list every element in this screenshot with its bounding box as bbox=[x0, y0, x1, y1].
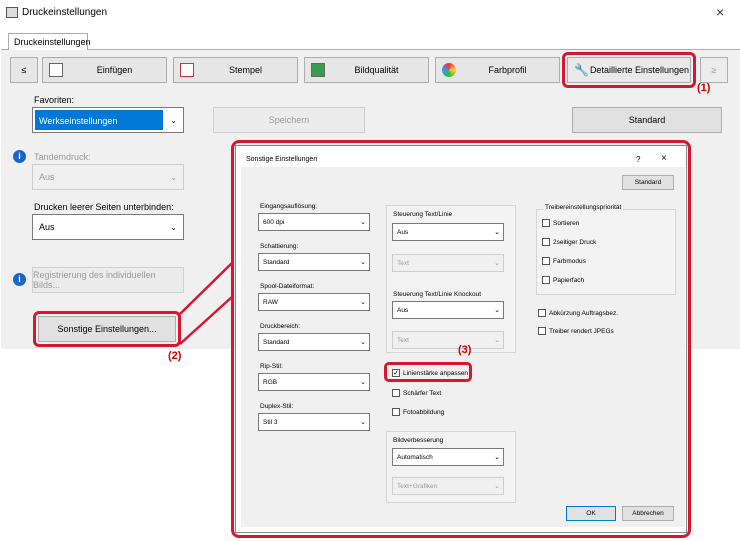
spool-format-select[interactable]: RAW ⌄ bbox=[258, 293, 370, 311]
knockout-sub-select[interactable]: Text ⌄ bbox=[392, 331, 504, 349]
color-mode-checkbox[interactable]: Farbmodus bbox=[542, 257, 586, 265]
dialog-title: Sonstige Einstellungen bbox=[246, 156, 318, 163]
shading-value: Standard bbox=[263, 258, 290, 266]
field-label: Druckbereich: bbox=[260, 323, 301, 330]
chevron-down-icon: ⌄ bbox=[494, 229, 500, 236]
text-line-select[interactable]: Aus ⌄ bbox=[392, 223, 504, 241]
chevron-down-icon: ⌄ bbox=[494, 337, 500, 344]
ok-button[interactable]: OK bbox=[566, 506, 616, 521]
text-line-label: Steuerung Text/Linie bbox=[393, 211, 453, 218]
checkbox-icon bbox=[542, 219, 550, 227]
cancel-button[interactable]: Abbrechen bbox=[622, 506, 674, 521]
text-line-sub-value: Text bbox=[397, 259, 409, 267]
print-area-select[interactable]: Standard ⌄ bbox=[258, 333, 370, 351]
chevron-down-icon: ⌄ bbox=[360, 299, 366, 306]
checkbox-icon bbox=[538, 309, 546, 317]
duplex-style-value: Stil 3 bbox=[263, 418, 278, 426]
image-enhance-select[interactable]: Automatisch ⌄ bbox=[392, 448, 504, 466]
resolution-select[interactable]: 600 dpi ⌄ bbox=[258, 213, 370, 231]
job-name-abbrev-checkbox[interactable]: Abkürzung Auftragsbez. bbox=[538, 309, 618, 317]
driver-priority-label: Treibereinstellungspriorität bbox=[543, 204, 624, 211]
chevron-down-icon: ⌄ bbox=[494, 483, 500, 490]
checkbox-icon bbox=[392, 389, 400, 397]
chevron-down-icon: ⌄ bbox=[360, 419, 366, 426]
duplex-checkbox[interactable]: 2seitiger Druck bbox=[542, 238, 596, 246]
chevron-down-icon: ⌄ bbox=[494, 260, 500, 267]
checkbox-icon bbox=[392, 408, 400, 416]
field-label: Rip-Stil: bbox=[260, 363, 283, 370]
rip-style-select[interactable]: RGB ⌄ bbox=[258, 373, 370, 391]
sharp-text-label: Schärfer Text bbox=[403, 389, 442, 397]
checkbox-icon bbox=[538, 327, 546, 335]
print-area-value: Standard bbox=[263, 338, 290, 346]
dialog-close-icon[interactable]: × bbox=[661, 153, 667, 164]
sharp-text-checkbox[interactable]: Schärfer Text bbox=[392, 389, 441, 397]
chevron-down-icon: ⌄ bbox=[360, 379, 366, 386]
help-icon[interactable]: ? bbox=[636, 155, 640, 164]
chevron-down-icon: ⌄ bbox=[494, 307, 500, 314]
field-label: Eingangsauflösung: bbox=[260, 203, 318, 210]
knockout-label: Steuerung Text/Linie Knockout bbox=[393, 291, 482, 298]
photo-checkbox[interactable]: Fotoabbildung bbox=[392, 408, 444, 416]
rip-style-value: RGB bbox=[263, 378, 278, 386]
sort-label: Sortieren bbox=[553, 219, 580, 227]
spool-format-value: RAW bbox=[263, 298, 278, 306]
text-line-sub-select[interactable]: Text ⌄ bbox=[392, 254, 504, 272]
dialog-standard-button[interactable]: Standard bbox=[622, 175, 674, 190]
chevron-down-icon: ⌄ bbox=[360, 259, 366, 266]
duplex-label: 2seitiger Druck bbox=[553, 238, 597, 246]
text-line-value: Aus bbox=[397, 228, 409, 236]
image-enhance-label: Bildverbesserung bbox=[393, 437, 444, 444]
image-enhance-value: Automatisch bbox=[397, 453, 433, 461]
chevron-down-icon: ⌄ bbox=[360, 219, 366, 226]
driver-jpeg-label: Treiber rendert JPEGs bbox=[549, 327, 614, 335]
knockout-value: Aus bbox=[397, 306, 409, 314]
chevron-down-icon: ⌄ bbox=[360, 339, 366, 346]
checkbox-icon bbox=[542, 238, 550, 246]
color-mode-label: Farbmodus bbox=[553, 257, 586, 265]
image-enhance-sub-value: Text+Grafiken bbox=[397, 482, 438, 490]
highlight-3 bbox=[384, 362, 472, 382]
callout-3: (3) bbox=[458, 344, 472, 356]
knockout-sub-value: Text bbox=[397, 336, 409, 344]
field-label: Schattierung: bbox=[260, 243, 299, 250]
photo-label: Fotoabbildung bbox=[403, 408, 445, 416]
duplex-style-select[interactable]: Stil 3 ⌄ bbox=[258, 413, 370, 431]
knockout-select[interactable]: Aus ⌄ bbox=[392, 301, 504, 319]
paper-tray-checkbox[interactable]: Papierfach bbox=[542, 276, 584, 284]
image-enhance-sub-select[interactable]: Text+Grafiken ⌄ bbox=[392, 477, 504, 495]
sort-checkbox[interactable]: Sortieren bbox=[542, 219, 579, 227]
field-label: Duplex-Stil: bbox=[260, 403, 294, 410]
checkbox-icon bbox=[542, 257, 550, 265]
resolution-value: 600 dpi bbox=[263, 218, 285, 226]
driver-jpeg-checkbox[interactable]: Treiber rendert JPEGs bbox=[538, 327, 614, 335]
field-label: Spool-Dateiformat: bbox=[260, 283, 315, 290]
job-name-abbrev-label: Abkürzung Auftragsbez. bbox=[549, 309, 619, 317]
chevron-down-icon: ⌄ bbox=[494, 454, 500, 461]
checkbox-icon bbox=[542, 276, 550, 284]
paper-tray-label: Papierfach bbox=[553, 276, 585, 284]
shading-select[interactable]: Standard ⌄ bbox=[258, 253, 370, 271]
